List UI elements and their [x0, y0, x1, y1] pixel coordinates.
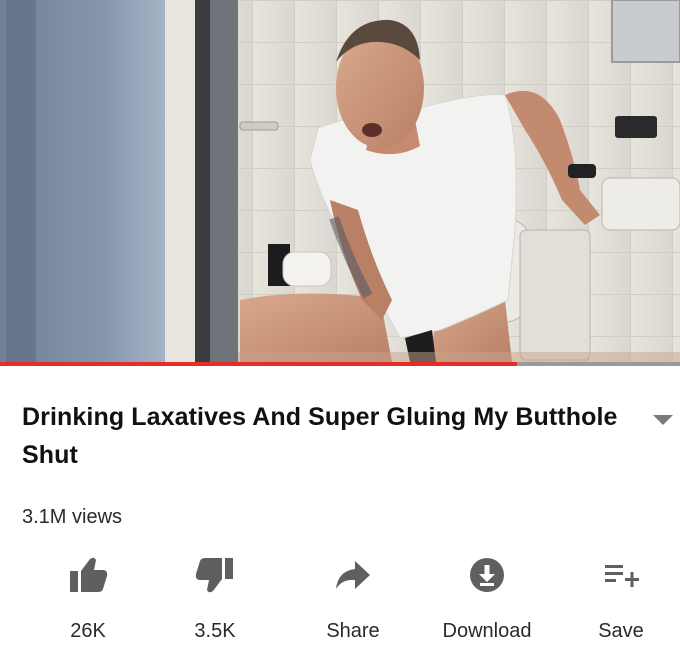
- dislike-count: 3.5K: [194, 620, 236, 642]
- download-label: Download: [442, 620, 532, 642]
- chevron-down-icon: [653, 415, 673, 425]
- action-bar: 26K 3.5K Share Download Save: [0, 556, 680, 651]
- view-count: 3.1M views: [22, 506, 123, 528]
- video-player[interactable]: [0, 0, 680, 366]
- video-progress-fill: [0, 362, 517, 366]
- save-button[interactable]: Save: [556, 556, 680, 651]
- save-label: Save: [598, 620, 644, 642]
- download-button[interactable]: Download: [422, 556, 552, 651]
- like-button[interactable]: 26K: [23, 556, 153, 651]
- video-progress-bar[interactable]: [0, 362, 680, 366]
- add-to-playlist-icon: [605, 565, 639, 587]
- share-label: Share: [326, 620, 380, 642]
- download-icon: [470, 558, 504, 592]
- video-title: Drinking Laxatives And Super Gluing My B…: [22, 403, 618, 469]
- thumbs-down-icon: [195, 558, 233, 593]
- dislike-button[interactable]: 3.5K: [150, 556, 280, 651]
- thumbs-up-icon: [70, 557, 108, 592]
- like-count: 26K: [70, 620, 106, 642]
- expand-description-button[interactable]: [650, 410, 676, 430]
- share-arrow-icon: [336, 561, 370, 589]
- share-button[interactable]: Share: [288, 556, 418, 651]
- video-frame-thumbnail: [0, 0, 680, 366]
